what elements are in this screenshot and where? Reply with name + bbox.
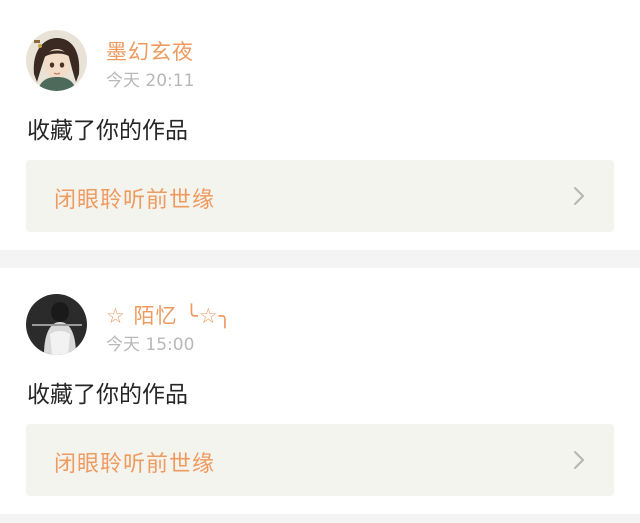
user-avatar[interactable]	[26, 30, 87, 91]
timestamp: 今天 20:11	[106, 71, 195, 91]
username[interactable]: 墨幻玄夜	[106, 36, 194, 66]
username[interactable]: ☆ 陌忆 ╰☆╮	[106, 300, 232, 330]
photo-avatar-icon	[26, 294, 87, 355]
chevron-right-icon	[574, 187, 584, 205]
timestamp: 今天 15:00	[106, 335, 195, 355]
action-text: 收藏了你的作品	[27, 382, 188, 408]
action-text: 收藏了你的作品	[27, 118, 188, 144]
work-link[interactable]: 闭眼聆听前世缘	[26, 160, 614, 232]
work-link[interactable]: 闭眼聆听前世缘	[26, 424, 614, 496]
notification-card: 墨幻玄夜 今天 20:11 收藏了你的作品 闭眼聆听前世缘	[0, 0, 640, 250]
work-title: 闭眼聆听前世缘	[54, 452, 216, 477]
notification-card: ☆ 陌忆 ╰☆╮ 今天 15:00 收藏了你的作品 闭眼聆听前世缘	[0, 268, 640, 514]
user-avatar[interactable]	[26, 294, 87, 355]
work-title: 闭眼聆听前世缘	[54, 188, 216, 213]
notification-feed: 墨幻玄夜 今天 20:11 收藏了你的作品 闭眼聆听前世缘 ☆ 陌忆 ╰☆╮ 今…	[0, 0, 640, 523]
chevron-right-icon	[574, 451, 584, 469]
anime-character-avatar-icon	[26, 30, 87, 91]
